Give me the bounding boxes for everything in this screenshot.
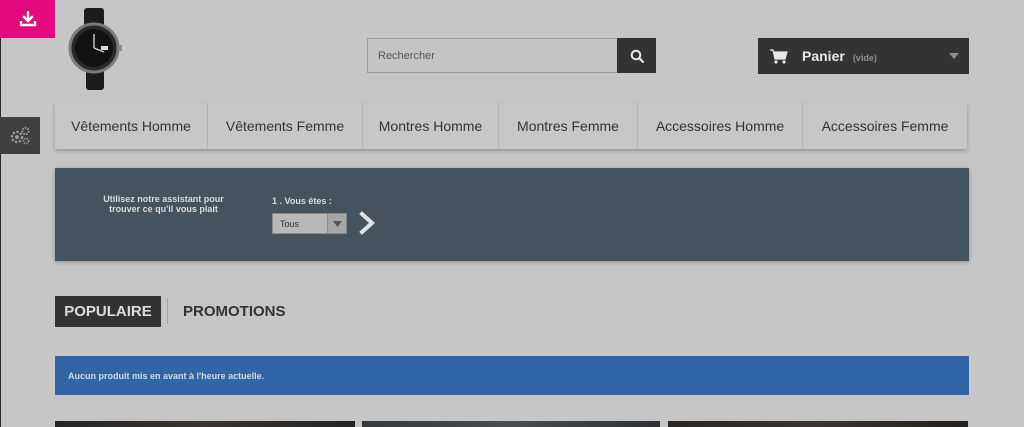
search-input[interactable] xyxy=(367,38,617,73)
nav-item-accessoires-homme[interactable]: Accessoires Homme xyxy=(638,103,803,149)
gears-icon xyxy=(10,126,30,144)
nav-item-montres-homme[interactable]: Montres Homme xyxy=(363,103,499,149)
product-assistant-panel xyxy=(55,168,969,261)
nav-item-vetements-femme[interactable]: Vêtements Femme xyxy=(208,103,363,149)
download-button[interactable] xyxy=(0,0,55,38)
alert-message: Aucun produit mis en avant à l'heure act… xyxy=(68,370,265,381)
settings-button[interactable] xyxy=(0,117,40,154)
tab-popular[interactable]: POPULAIRE xyxy=(55,296,161,327)
product-thumbnail[interactable] xyxy=(668,421,968,427)
chevron-down-icon xyxy=(327,214,346,233)
assistant-step-label: 1 . Vous êtes : xyxy=(272,196,332,206)
cart-status: (vide) xyxy=(852,52,877,63)
chevron-right-icon xyxy=(359,211,375,235)
product-thumbnail[interactable] xyxy=(362,421,660,427)
nav-item-accessoires-femme[interactable]: Accessoires Femme xyxy=(803,103,967,149)
cart-label: Panier xyxy=(802,48,845,64)
chevron-down-icon xyxy=(949,53,959,59)
main-navigation: Vêtements Homme Vêtements Femme Montres … xyxy=(55,103,967,149)
download-icon xyxy=(19,11,36,27)
visitor-type-value: Tous xyxy=(280,218,300,229)
search-button[interactable] xyxy=(617,38,656,73)
cart-icon xyxy=(770,48,788,64)
visitor-type-select[interactable]: Tous xyxy=(272,213,347,234)
search-icon xyxy=(630,49,644,63)
tab-promotions[interactable]: PROMOTIONS xyxy=(175,296,294,327)
cart-button[interactable]: Panier (vide) xyxy=(758,38,969,74)
info-alert: Aucun produit mis en avant à l'heure act… xyxy=(55,356,969,395)
nav-item-montres-femme[interactable]: Montres Femme xyxy=(499,103,638,149)
nav-item-vetements-homme[interactable]: Vêtements Homme xyxy=(55,103,208,149)
next-step-button[interactable] xyxy=(358,211,378,235)
left-edge-strip xyxy=(0,0,1,427)
shop-logo[interactable] xyxy=(64,6,124,90)
tab-divider xyxy=(167,298,168,324)
assistant-intro-text: Utilisez notre assistant pour trouver ce… xyxy=(103,194,224,214)
product-thumbnail[interactable] xyxy=(55,421,355,427)
